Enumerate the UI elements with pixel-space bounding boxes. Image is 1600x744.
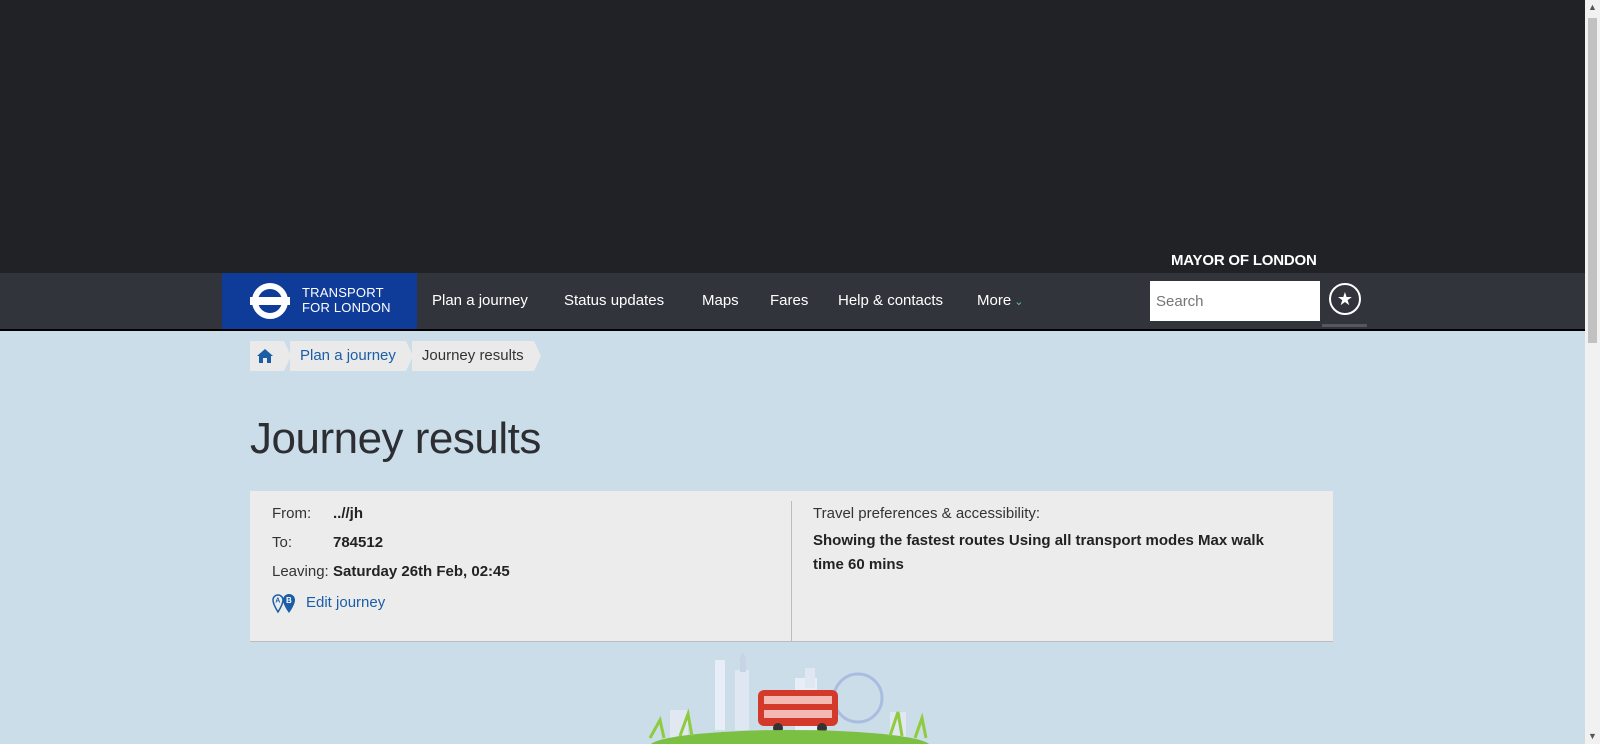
favourites-underline <box>1322 324 1367 327</box>
to-value: 784512 <box>333 534 384 551</box>
scroll-thumb[interactable] <box>1588 18 1597 343</box>
page-scrollbar[interactable]: ▲ ▼ <box>1585 0 1600 744</box>
to-label: To: <box>272 534 293 551</box>
tfl-roundel-icon <box>250 283 290 319</box>
preferences-value: Showing the fastest routes Using all tra… <box>813 532 1264 573</box>
star-icon: ★ <box>1329 283 1361 315</box>
breadcrumb-home[interactable] <box>250 341 291 371</box>
from-label: From: <box>272 505 312 522</box>
favourites-button[interactable]: ★ <box>1322 276 1367 329</box>
svg-text:B: B <box>286 596 292 605</box>
from-value: ..//jh <box>333 505 363 522</box>
main-nav: TRANSPORT FOR LONDON Plan a journey Stat… <box>0 273 1585 331</box>
mayor-of-london-logo[interactable]: MAYOR OF LONDON <box>1171 252 1317 269</box>
nav-maps[interactable]: Maps <box>702 292 739 309</box>
london-skyline-bus-illustration <box>648 652 929 744</box>
nav-status-updates[interactable]: Status updates <box>564 292 664 309</box>
chevron-down-icon: ⌄ <box>1014 296 1024 308</box>
nav-fares[interactable]: Fares <box>770 292 808 309</box>
ab-markers-icon: A B <box>272 594 295 614</box>
nav-plan-a-journey[interactable]: Plan a journey <box>432 292 528 309</box>
leaving-label: Leaving: <box>272 563 329 580</box>
scroll-up-arrow-icon[interactable]: ▲ <box>1585 0 1600 15</box>
breadcrumb-journey-results: Journey results <box>411 341 541 371</box>
breadcrumb-plan-a-journey[interactable]: Plan a journey <box>290 341 413 371</box>
nav-help-contacts[interactable]: Help & contacts <box>838 292 943 309</box>
tfl-logo-text: TRANSPORT FOR LONDON <box>302 285 391 315</box>
journey-summary-panel: From: ..//jh To: 784512 Leaving: Saturda… <box>250 491 1333 642</box>
preferences-label: Travel preferences & accessibility: <box>813 505 1041 522</box>
tfl-logo[interactable]: TRANSPORT FOR LONDON <box>222 273 417 329</box>
home-icon <box>257 349 273 363</box>
svg-text:A: A <box>275 598 280 605</box>
page-title: Journey results <box>250 414 541 463</box>
nav-more[interactable]: More ⌄ <box>977 292 1023 309</box>
edit-journey-link[interactable]: A B Edit journey <box>272 592 385 614</box>
breadcrumb: Plan a journey Journey results <box>250 341 541 371</box>
header-banner <box>0 0 1585 273</box>
search-input[interactable] <box>1150 281 1320 321</box>
scroll-down-arrow-icon[interactable]: ▼ <box>1585 729 1600 744</box>
leaving-value: Saturday 26th Feb, 02:45 <box>333 563 510 580</box>
panel-divider <box>791 501 792 641</box>
